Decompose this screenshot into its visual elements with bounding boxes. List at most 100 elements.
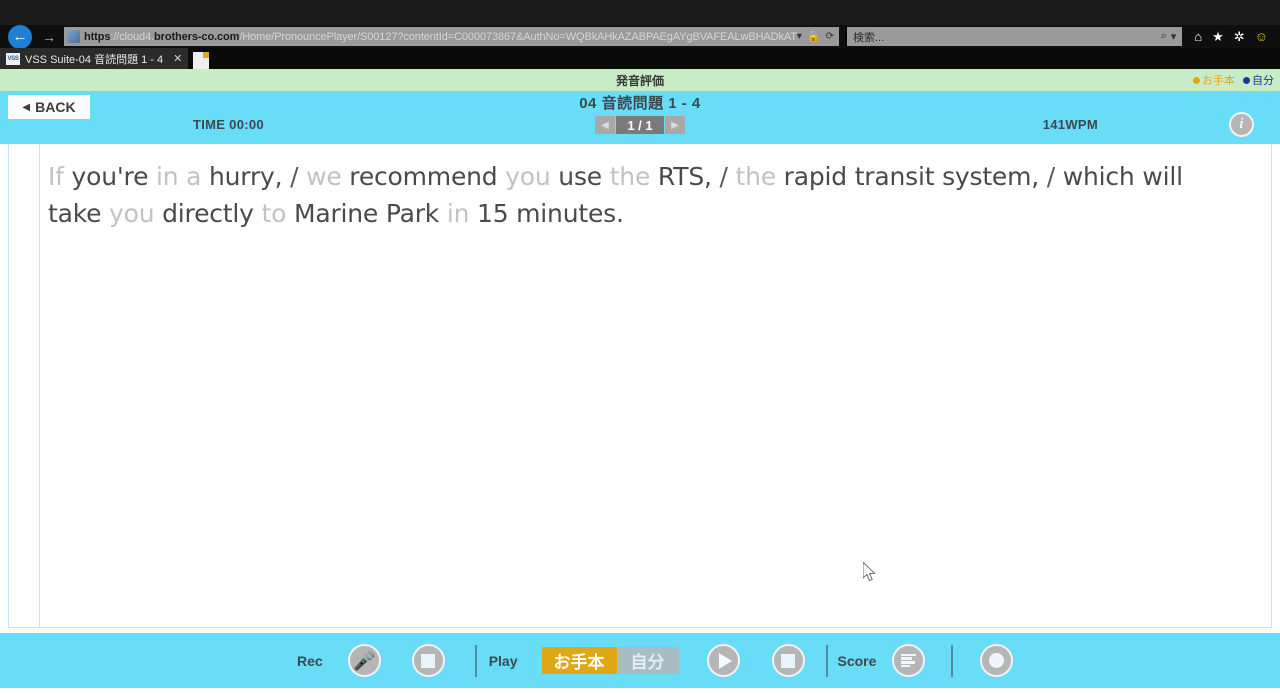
passage-word: minutes. [516,199,624,228]
score-button[interactable] [892,644,926,677]
score-label: Score [837,652,877,669]
address-bar[interactable]: https://cloud4.brothers-co.com/Home/Pron… [64,27,839,46]
passage-word: hurry, [209,162,283,191]
search-box-icons: ⌕ ▾ [1161,30,1177,43]
home-icon[interactable]: ⌂ [1194,29,1202,44]
rec-label: Rec [297,652,323,669]
playback-source-toggle: お手本 自分 [541,647,679,674]
browser-nav-bar: ← → https://cloud4.brothers-co.com/Home/… [0,24,1280,49]
pager-next-button[interactable]: ▶ [665,116,685,134]
legend-dot-icon [1193,76,1200,84]
passage-pane: If you're in a hurry, / we recommend you… [8,144,1272,628]
record-stop-button[interactable] [411,644,445,677]
toolbar-divider [951,644,954,677]
url-subdomain: cloud4. [119,30,155,43]
passage-word: in [156,162,179,191]
url-separator: :// [110,30,120,43]
chevron-down-icon[interactable]: ▾ [1171,30,1177,43]
search-icon[interactable]: ⌕ [1161,30,1167,43]
browser-back-icon[interactable]: ← [8,24,32,49]
browser-tab[interactable]: VSS VSS Suite-04 音読問題 1 - 4 ✕ [0,48,189,69]
url-domain: brothers-co.com [154,30,240,43]
passage-margin-column [9,144,40,627]
app-container: 発音評価 お手本 自分 ◀ BACK 04 音読問題 1 - 4 TIME 00… [0,69,1280,694]
pager-prev-button[interactable]: ◀ [595,116,615,134]
passage-word: Park [385,199,440,228]
browser-search-box[interactable]: 検索... ⌕ ▾ [845,27,1183,46]
passage-word: a [186,162,202,191]
smiley-icon[interactable]: ☺ [1255,29,1268,44]
pager: ◀ 1 / 1 ▶ [595,116,685,134]
url-scheme: https [84,30,111,43]
page-title: 04 音読問題 1 - 4 [579,95,701,112]
legend-self-label: 自分 [1252,75,1274,87]
passage-word: If [48,162,64,191]
browser-forward-icon[interactable]: → [40,26,58,48]
passage-word: recommend [349,162,498,191]
passage-word: use [558,162,602,191]
app-section-bar: 発音評価 お手本 自分 [0,69,1280,91]
record-button[interactable]: 🎤 [347,644,381,677]
passage-word: 15 [476,199,509,228]
section-title: 発音評価 [615,73,664,88]
url-path: /Home/PronouncePlayer/S00127?contentId=C… [239,30,797,43]
play-label: Play [488,652,518,669]
microphone-icon: 🎤 [352,650,376,671]
toolbar-divider [474,644,477,677]
refresh-icon[interactable]: ⟳ [826,31,834,42]
toggle-model-option[interactable]: お手本 [541,647,617,674]
play-triangle-icon [718,652,732,669]
search-placeholder: 検索... [853,31,885,44]
passage-word: we [306,162,342,191]
lock-icon: 🔒 [806,31,821,43]
passage-word: rapid [783,162,847,191]
passage-word: the [609,162,651,191]
address-bar-url: https://cloud4.brothers-co.com/Home/Pron… [84,31,797,43]
pager-count: 1 / 1 [616,116,664,134]
browser-title-bar [0,0,1280,25]
passage-line: If you're in a hurry, / we recommend you… [48,158,1255,195]
site-favicon-icon [67,30,80,43]
favorites-star-icon[interactable]: ★ [1212,29,1224,45]
wpm-display: 141WPM [1042,117,1098,132]
stop-square-icon [421,653,436,668]
play-button[interactable] [706,644,740,677]
toggle-self-option[interactable]: 自分 [616,647,679,674]
passage-word: which [1062,162,1135,191]
chevron-down-icon[interactable]: ▾ [797,31,802,42]
passage-word: you [505,162,551,191]
legend-item-model: お手本 [1193,72,1235,88]
tab-favicon-icon: VSS [6,52,20,65]
legend-dot-icon [1243,76,1250,84]
passage-word: take [48,199,102,228]
passage-word: / [1046,162,1055,191]
passage-text: If you're in a hurry, / we recommend you… [40,144,1271,627]
record-target-button[interactable] [980,644,1014,677]
passage-word: directly [162,199,254,228]
browser-tab-strip: VSS VSS Suite-04 音読問題 1 - 4 ✕ [0,48,1280,69]
app-footer [0,688,1280,694]
legend-item-self: 自分 [1243,72,1274,88]
player-toolbar: Rec 🎤 Play お手本 自分 Score [0,633,1280,688]
score-bars-icon [901,653,917,668]
passage-word: to [261,199,287,228]
address-bar-icons: ▾ 🔒 ⟳ [797,30,836,43]
passage-word: / [719,162,728,191]
passage-line: take you directly to Marine Park in 15 m… [48,195,1255,232]
play-stop-button[interactable] [771,644,805,677]
legend: お手本 自分 [1193,72,1280,88]
passage-word: Marine [293,199,379,228]
browser-toolbar-icons: ⌂ ★ ✲ ☺ [1182,29,1276,45]
settings-gear-icon[interactable]: ✲ [1234,29,1245,45]
new-tab-button[interactable] [193,52,210,69]
passage-word: will [1142,162,1183,191]
passage-word: you [109,199,155,228]
passage-word: system, [942,162,1040,191]
passage-word: / [290,162,299,191]
close-icon[interactable]: ✕ [173,52,182,65]
tab-title: VSS Suite-04 音読問題 1 - 4 [25,53,164,66]
info-icon[interactable]: i [1229,112,1254,137]
passage-word: you're [71,162,149,191]
passage-word: in [446,199,470,228]
passage-word: transit [854,162,935,191]
